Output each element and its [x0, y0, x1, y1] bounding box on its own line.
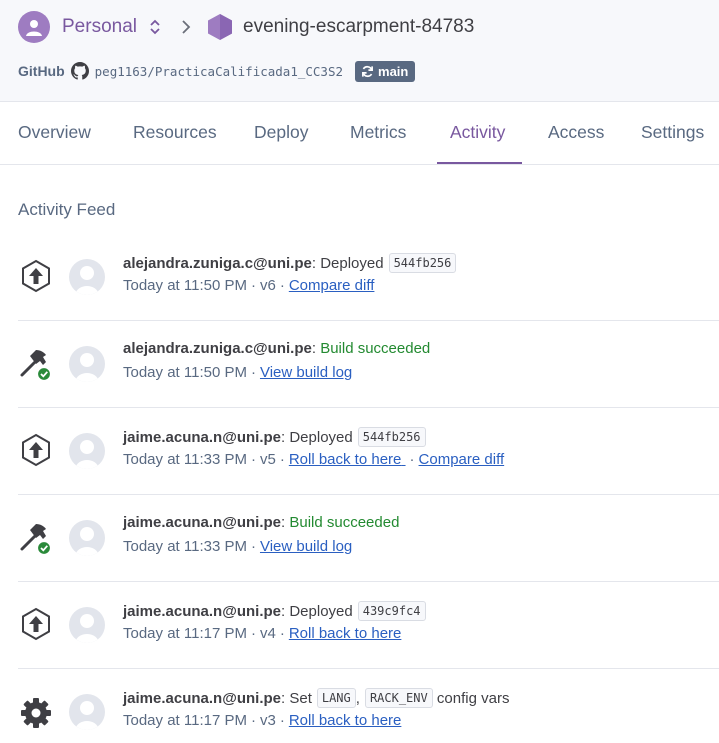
build-status: Build succeeded — [320, 340, 431, 357]
github-connection: GitHub peg1163/PracticaCalificada1_CC3S2… — [18, 59, 416, 83]
sync-icon — [362, 65, 373, 77]
github-icon — [70, 62, 89, 80]
timestamp: Today at 11:17 PM — [123, 625, 247, 642]
release-version: v4 — [259, 625, 276, 642]
branch-name: main — [378, 63, 409, 79]
app-header: Personal evening-escarpment-84783 GitHub — [0, 0, 719, 102]
dot-separator: · — [250, 538, 256, 555]
app-nav-tabs: Overview Resources Deploy Metrics Activi… — [0, 102, 719, 165]
app-hexagon-icon — [207, 13, 233, 41]
user-email: jaime.acuna.n@uni.pe — [123, 602, 281, 620]
view-build-log-link[interactable]: View build log — [260, 364, 352, 381]
activity-item: alejandra.zuniga.c@uni.pe: Deployed 544fb… — [0, 234, 719, 321]
user-email: jaime.acuna.n@uni.pe — [123, 689, 281, 707]
activity-item: alejandra.zuniga.c@uni.pe: Build succeed… — [0, 321, 719, 408]
separator: : — [281, 602, 286, 620]
dot-separator: · — [250, 277, 256, 294]
tab-deploy[interactable]: Deploy — [254, 102, 308, 164]
tab-settings[interactable]: Settings — [641, 102, 704, 164]
dot-separator: · — [250, 364, 256, 381]
compare-diff-link[interactable]: Compare diff — [419, 451, 505, 468]
deploy-icon — [18, 258, 54, 294]
branch-badge[interactable]: main — [355, 60, 416, 82]
activity-feed-title: Activity Feed — [18, 200, 116, 219]
breadcrumb: Personal evening-escarpment-84783 — [18, 10, 474, 44]
separator: : — [281, 514, 286, 531]
compare-diff-link[interactable]: Compare diff — [289, 277, 375, 294]
action-text: Set — [289, 689, 312, 707]
user-avatar — [69, 433, 105, 469]
activity-item: jaime.acuna.n@uni.pe: Deployed 544fb256 T… — [0, 408, 719, 495]
user-email: alejandra.zuniga.c@uni.pe — [123, 254, 312, 272]
release-version: v6 — [259, 277, 276, 294]
roll-back-link[interactable]: Roll back to here — [289, 451, 402, 468]
dot-separator: · — [279, 277, 285, 294]
timestamp: Today at 11:33 PM — [123, 538, 247, 555]
dot-separator: · — [279, 625, 285, 642]
build-status: Build succeeded — [289, 514, 400, 531]
user-avatar — [69, 346, 105, 382]
user-avatar — [69, 259, 105, 295]
commit-sha: 544fb256 — [388, 253, 457, 273]
action-text: Deployed — [289, 428, 353, 446]
team-switcher-icon[interactable] — [149, 19, 161, 35]
tab-resources[interactable]: Resources — [133, 102, 217, 164]
dot-separator: · — [279, 451, 285, 468]
dot-separator: · — [250, 451, 256, 468]
dot-separator: · — [250, 625, 256, 642]
separator: : — [311, 254, 317, 272]
activity-item: jaime.acuna.n@uni.pe: Deployed 439c9fc4 T… — [0, 582, 719, 669]
config-var-name: RACK_ENV — [364, 688, 433, 708]
separator: : — [311, 340, 317, 357]
activity-item: jaime.acuna.n@uni.pe: Build succeeded To… — [0, 495, 719, 582]
timestamp: Today at 11:17 PM — [123, 712, 247, 729]
roll-back-link[interactable]: Roll back to here — [289, 712, 402, 729]
timestamp: Today at 11:50 PM — [123, 364, 247, 381]
action-text: Deployed — [320, 254, 384, 272]
team-avatar-icon[interactable] — [18, 11, 50, 43]
user-avatar — [69, 607, 105, 643]
timestamp: Today at 11:50 PM — [123, 277, 247, 294]
release-version: v5 — [259, 451, 276, 468]
dot-separator: · — [409, 451, 415, 468]
user-avatar — [69, 694, 105, 730]
commit-sha: 544fb256 — [357, 427, 426, 447]
dot-separator: · — [279, 712, 285, 729]
view-build-log-link[interactable]: View build log — [260, 538, 352, 555]
build-success-icon — [18, 519, 54, 556]
build-success-icon — [18, 345, 54, 382]
user-email: jaime.acuna.n@uni.pe — [123, 514, 281, 531]
roll-back-link[interactable]: Roll back to here — [289, 625, 402, 642]
commit-sha: 439c9fc4 — [357, 601, 426, 621]
github-repo-link[interactable]: peg1163/PracticaCalificada1_CC3S2 — [95, 64, 343, 79]
release-version: v3 — [259, 712, 276, 729]
action-text: Deployed — [289, 602, 353, 620]
config-var-name: LANG — [316, 688, 356, 708]
github-label: GitHub — [18, 63, 65, 79]
active-tab-indicator — [437, 162, 522, 164]
deploy-icon — [18, 606, 54, 642]
separator: : — [281, 428, 286, 446]
user-email: jaime.acuna.n@uni.pe — [123, 428, 281, 446]
chevron-right-icon — [181, 20, 191, 34]
separator: : — [281, 689, 286, 707]
tab-access[interactable]: Access — [548, 102, 604, 164]
action-suffix: config vars — [436, 689, 510, 707]
activity-item: jaime.acuna.n@uni.pe: Set LANG, RACK_ENV c… — [0, 669, 719, 743]
team-name[interactable]: Personal — [62, 16, 137, 38]
deploy-icon — [18, 432, 54, 468]
tab-overview[interactable]: Overview — [18, 102, 91, 164]
tab-activity[interactable]: Activity — [450, 102, 505, 164]
user-email: alejandra.zuniga.c@uni.pe — [123, 340, 312, 357]
comma: , — [355, 689, 360, 707]
config-gear-icon — [18, 693, 54, 729]
dot-separator: · — [250, 712, 256, 729]
tab-metrics[interactable]: Metrics — [350, 102, 406, 164]
app-name[interactable]: evening-escarpment-84783 — [243, 16, 474, 38]
timestamp: Today at 11:33 PM — [123, 451, 247, 468]
user-avatar — [69, 520, 105, 556]
link-gap — [401, 451, 405, 468]
